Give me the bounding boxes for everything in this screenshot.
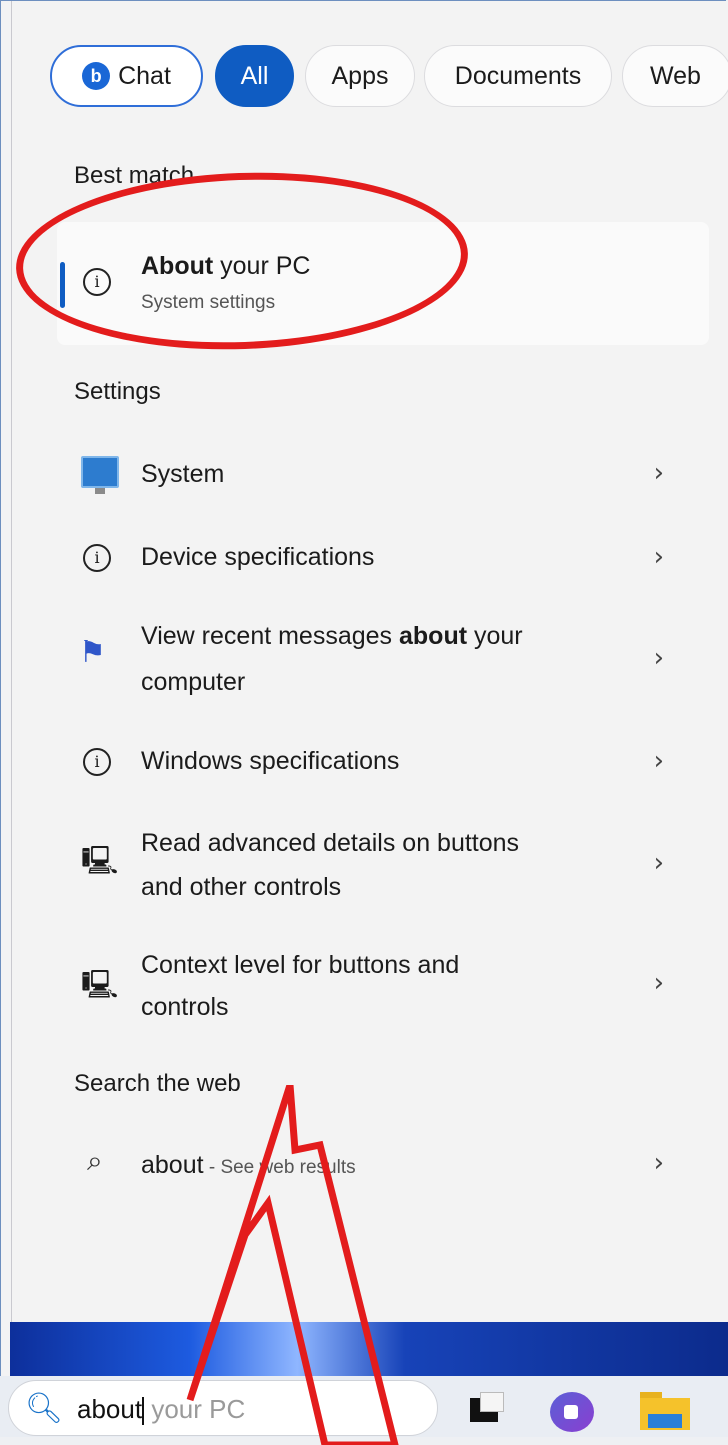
filter-apps[interactable]: Apps — [305, 45, 415, 107]
teams-chat-icon[interactable] — [550, 1392, 594, 1432]
bing-chat-icon: b — [82, 62, 111, 90]
settings-item-system[interactable]: System › — [57, 448, 709, 500]
file-explorer-icon[interactable] — [640, 1392, 690, 1430]
settings-item-label-line2: computer — [141, 668, 246, 696]
settings-item-context-level[interactable]: 🖳 Context level for buttons and controls… — [57, 944, 709, 1032]
chevron-right-icon: › — [653, 1148, 664, 1178]
filter-apps-label: Apps — [331, 61, 389, 90]
monitor-settings-icon: 🖳 — [81, 845, 119, 876]
settings-item-label: Windows specifications — [141, 747, 400, 775]
settings-item-label-line1: Context level for buttons and — [141, 951, 460, 979]
filter-all-label: All — [240, 61, 269, 90]
settings-item-label-line2: controls — [141, 993, 229, 1021]
info-icon: i — [83, 748, 111, 776]
info-icon: i — [83, 544, 111, 572]
filter-web-label: Web — [650, 61, 701, 90]
chevron-right-icon: › — [653, 848, 664, 878]
chevron-right-icon: › — [653, 968, 664, 998]
annotation-arrow-icon — [186, 1085, 399, 1445]
task-view-icon[interactable] — [466, 1392, 504, 1424]
filter-documents[interactable]: Documents — [424, 45, 612, 107]
monitor-settings-icon: 🖳 — [81, 969, 119, 1000]
filter-chat-label: Chat — [118, 61, 171, 90]
chevron-right-icon: › — [653, 643, 664, 673]
settings-item-windows-specifications[interactable]: i Windows specifications › — [57, 738, 709, 790]
search-icon: ⌕ — [87, 1145, 103, 1176]
settings-item-label-line1: Read advanced details on buttons — [141, 829, 520, 857]
chevron-right-icon: › — [653, 458, 664, 488]
chevron-right-icon: › — [653, 542, 664, 572]
chevron-right-icon: › — [653, 746, 664, 776]
filter-web[interactable]: Web — [622, 45, 728, 107]
flag-icon: ⚑ — [79, 636, 106, 669]
settings-item-label-line2: and other controls — [141, 873, 342, 901]
filter-chat[interactable]: b Chat — [50, 45, 203, 107]
settings-heading: Settings — [74, 378, 161, 405]
settings-item-label: Device specifications — [141, 543, 375, 571]
settings-item-advanced-details[interactable]: 🖳 Read advanced details on buttons and o… — [57, 822, 709, 910]
text-caret — [142, 1397, 145, 1426]
filter-all[interactable]: All — [215, 45, 294, 107]
filter-documents-label: Documents — [454, 61, 582, 90]
settings-item-label: System — [141, 460, 225, 488]
system-icon — [81, 456, 119, 494]
settings-item-device-specifications[interactable]: i Device specifications › — [57, 532, 709, 584]
settings-item-label-line1: View recent messages about your — [141, 622, 523, 650]
search-icon: 🔍︎ — [25, 1392, 64, 1425]
settings-item-recent-messages[interactable]: ⚑ View recent messages about your comput… — [57, 615, 709, 703]
